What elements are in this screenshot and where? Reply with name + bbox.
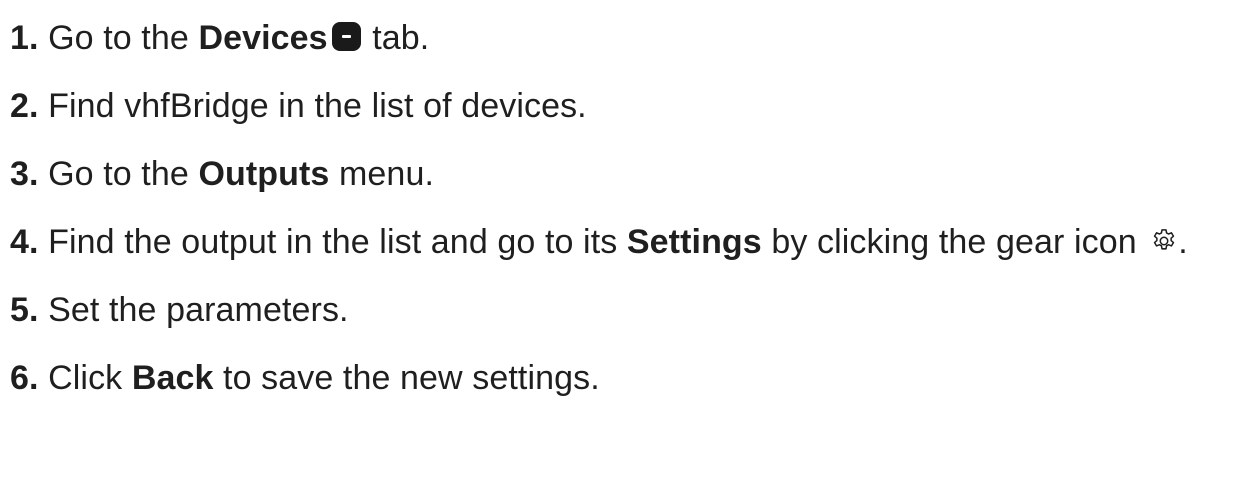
outputs-label: Outputs <box>198 155 330 193</box>
step-3: 3. Go to the Outputs menu. <box>10 148 1188 216</box>
step-text: Go to the <box>38 19 199 57</box>
devices-tab-icon <box>331 22 361 51</box>
step-number: 1. <box>10 19 39 57</box>
step-text: menu. <box>329 155 434 193</box>
settings-label: Settings <box>626 223 762 261</box>
step-2: 2. Find vhfBridge in the list of devices… <box>10 80 1188 148</box>
back-label: Back <box>131 359 214 397</box>
step-text: Set the parameters. <box>38 291 349 329</box>
step-text: . <box>1178 223 1188 261</box>
step-number: 4. <box>10 223 39 261</box>
step-number: 3. <box>10 155 39 193</box>
step-number: 2. <box>10 87 39 125</box>
step-5: 5. Set the parameters. <box>10 284 1188 352</box>
step-number: 5. <box>10 291 39 329</box>
step-text: by clicking the gear icon <box>761 223 1147 261</box>
step-text: to save the new settings. <box>213 359 600 397</box>
step-4: 4. Find the output in the list and go to… <box>10 216 1188 284</box>
step-text: Find the output in the list and go to it… <box>38 223 627 261</box>
step-text: tab. <box>362 19 430 57</box>
instruction-steps: 1. Go to the Devices tab. 2. Find vhfBri… <box>10 12 1188 420</box>
step-text: Click <box>38 359 132 397</box>
step-text: Go to the <box>38 155 199 193</box>
devices-label: Devices <box>198 19 328 57</box>
step-text: Find vhfBridge in the list of devices. <box>38 87 587 125</box>
step-number: 6. <box>10 359 39 397</box>
step-1: 1. Go to the Devices tab. <box>10 12 1188 80</box>
gear-icon <box>1154 229 1175 250</box>
step-6: 6. Click Back to save the new settings. <box>10 352 1188 420</box>
